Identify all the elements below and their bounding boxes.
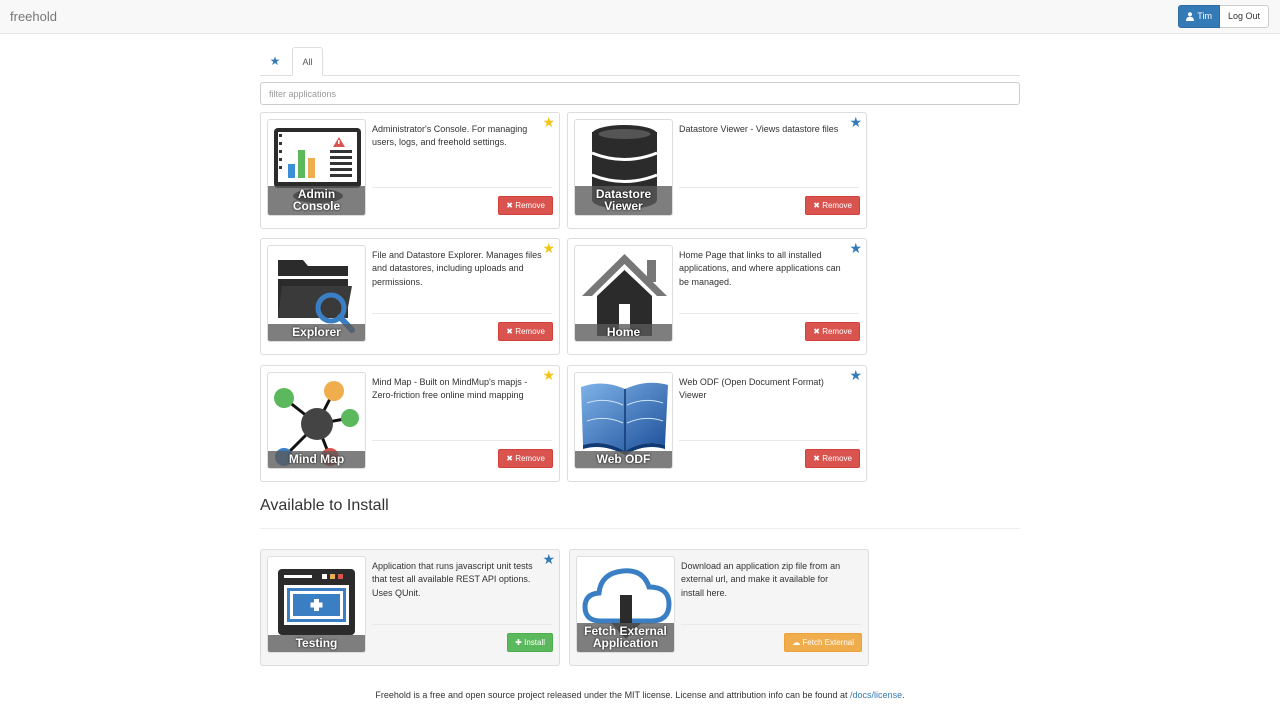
app-card-mind-map: Mind Map Mind Map - Built on MindMup's m…	[260, 365, 560, 482]
divider	[679, 187, 859, 188]
user-name-label: Tim	[1197, 11, 1212, 21]
app-description: Application that runs javascript unit te…	[372, 561, 533, 598]
footer-trailing: .	[902, 690, 905, 700]
favorite-star-icon[interactable]: ★	[542, 114, 555, 130]
tab-all[interactable]: All	[292, 47, 323, 76]
app-thumbnail-datastore-viewer[interactable]: Datastore Viewer	[574, 119, 673, 216]
divider	[681, 624, 861, 625]
app-thumbnail-mind-map[interactable]: Mind Map	[267, 372, 366, 469]
favorite-star-icon[interactable]: ★	[542, 240, 555, 256]
brand-link[interactable]: freehold	[10, 9, 57, 24]
app-card-admin-console: Admin Console Administrator's Console. Fo…	[260, 112, 560, 229]
close-icon: ✖	[506, 454, 516, 463]
app-description: File and Datastore Explorer. Manages fil…	[372, 250, 542, 287]
plus-icon: ✚	[515, 638, 525, 647]
favorite-star-icon[interactable]: ★	[849, 114, 862, 130]
divider	[372, 440, 552, 441]
cloud-download-icon: ☁	[792, 638, 803, 647]
app-card-testing: Testing Application that runs javascript…	[260, 549, 560, 666]
app-name-label: Explorer	[268, 324, 365, 341]
app-description: Datastore Viewer - Views datastore files	[679, 124, 839, 134]
remove-button[interactable]: ✖ Remove	[805, 196, 860, 215]
install-button[interactable]: ✚ Install	[507, 633, 553, 652]
divider	[679, 313, 859, 314]
app-name-label: Web ODF	[575, 451, 672, 468]
remove-button[interactable]: ✖ Remove	[805, 322, 860, 341]
divider	[372, 624, 552, 625]
favorite-star-icon[interactable]: ★	[542, 551, 555, 567]
app-thumbnail-home[interactable]: Home	[574, 245, 673, 342]
close-icon: ✖	[506, 327, 516, 336]
app-tabs: ★ All	[260, 47, 1020, 76]
app-name-label: Home	[575, 324, 672, 341]
app-name-label: Testing	[268, 635, 365, 652]
divider	[372, 313, 552, 314]
app-description: Web ODF (Open Document Format) Viewer	[679, 377, 824, 401]
star-icon: ★	[269, 54, 281, 68]
footer-text: Freehold is a free and open source proje…	[375, 690, 851, 700]
app-description: Download an application zip file from an…	[681, 561, 841, 598]
remove-button[interactable]: ✖ Remove	[805, 449, 860, 468]
top-navbar: freehold Tim Log Out	[0, 0, 1280, 34]
favorite-star-icon[interactable]: ★	[542, 367, 555, 383]
footer: Freehold is a free and open source proje…	[0, 690, 1280, 700]
app-thumbnail-admin-console[interactable]: Admin Console	[267, 119, 366, 216]
fetch-external-button[interactable]: ☁ Fetch External	[784, 633, 862, 652]
remove-button[interactable]: ✖ Remove	[498, 322, 553, 341]
tab-favorites[interactable]: ★	[260, 47, 290, 75]
app-name-label: Fetch External Application	[577, 623, 674, 652]
app-card-datastore-viewer: Datastore Viewer Datastore Viewer - Views…	[567, 112, 867, 229]
divider	[372, 187, 552, 188]
app-name-label: Mind Map	[268, 451, 365, 468]
close-icon: ✖	[813, 327, 823, 336]
app-thumbnail-testing[interactable]: Testing	[267, 556, 366, 653]
divider	[260, 528, 1020, 529]
user-button[interactable]: Tim	[1178, 5, 1220, 28]
app-card-home: Home Home Page that links to all install…	[567, 238, 867, 355]
divider	[679, 440, 859, 441]
close-icon: ✖	[813, 201, 823, 210]
app-description: Home Page that links to all installed ap…	[679, 250, 841, 287]
close-icon: ✖	[506, 201, 516, 210]
app-thumbnail-web-odf[interactable]: Web ODF	[574, 372, 673, 469]
app-card-web-odf: Web ODF Web ODF (Open Document Format) V…	[567, 365, 867, 482]
favorite-star-icon[interactable]: ★	[849, 367, 862, 383]
app-card-explorer: Explorer File and Datastore Explorer. Ma…	[260, 238, 560, 355]
license-link[interactable]: /docs/license	[850, 690, 902, 700]
app-description: Administrator's Console. For managing us…	[372, 124, 528, 148]
filter-applications-input[interactable]	[260, 82, 1020, 105]
app-card-fetch-external: Fetch External Application Download an ap…	[569, 549, 869, 666]
app-description: Mind Map - Built on MindMup's mapjs - Ze…	[372, 377, 528, 401]
remove-button[interactable]: ✖ Remove	[498, 449, 553, 468]
app-name-label: Datastore Viewer	[575, 186, 672, 215]
app-thumbnail-explorer[interactable]: Explorer	[267, 245, 366, 342]
user-icon	[1186, 12, 1195, 21]
close-icon: ✖	[813, 454, 823, 463]
app-thumbnail-fetch-external[interactable]: Fetch External Application	[576, 556, 675, 653]
favorite-star-icon[interactable]: ★	[849, 240, 862, 256]
available-section-title: Available to Install	[260, 497, 389, 514]
logout-button[interactable]: Log Out	[1219, 5, 1269, 28]
app-name-label: Admin Console	[268, 186, 365, 215]
remove-button[interactable]: ✖ Remove	[498, 196, 553, 215]
nav-button-group: Tim Log Out	[1178, 5, 1269, 28]
